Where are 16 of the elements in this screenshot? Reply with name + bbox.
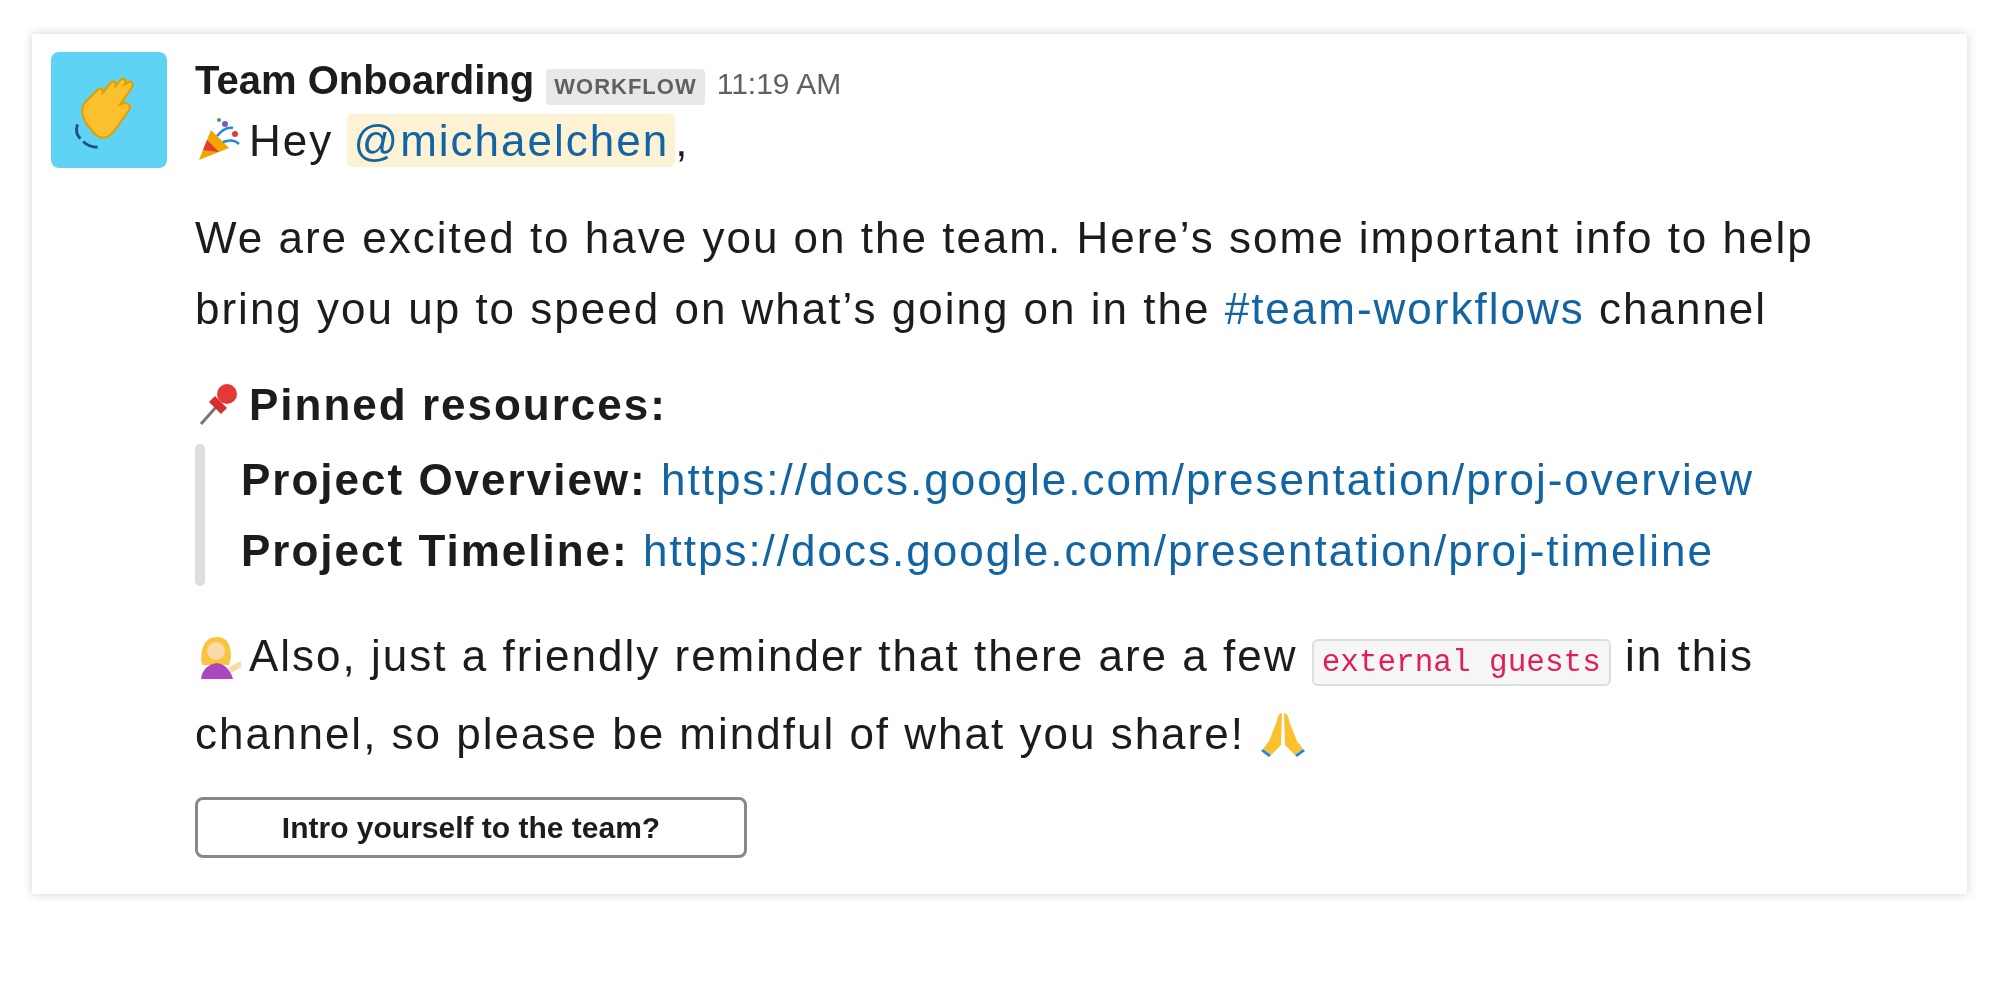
resource-line: Project Overview: https://docs.google.com/presentation/proj-overview [241,454,1754,506]
intro-button[interactable]: Intro yourself to the team? [195,797,747,858]
sender-name[interactable]: Team Onboarding [195,58,535,103]
intro-paragraph: We are excited to have you on the team. Here’s some important info to help bring you up to speed on what’s going on in the #team-workflows channel [195,212,1815,335]
timestamp[interactable]: 11:19 AM [716,67,842,101]
user-mention[interactable]: @michaelchen [347,114,676,167]
workflow-badge: WORKFLOW [546,69,705,105]
avatar[interactable] [51,52,167,168]
resource-link[interactable]: https://docs.google.com/presentation/proj-overview [660,455,1754,504]
greeting-text: Hey @michaelchen, [195,105,1945,176]
resource-link[interactable]: https://docs.google.com/presentation/proj-timeline [643,526,1714,575]
channel-link[interactable]: #team-workflows [1224,284,1585,333]
inline-code: external guests [1311,639,1611,686]
resource-line: Project Timeline: https://docs.google.com/presentation/proj-timeline [241,525,1715,577]
pinned-heading: Pinned resources: [195,369,1945,440]
reminder-paragraph: Also, just a friendly reminder that there are a few external guests in this channel, so please be mindful of what you share! [195,630,1755,760]
